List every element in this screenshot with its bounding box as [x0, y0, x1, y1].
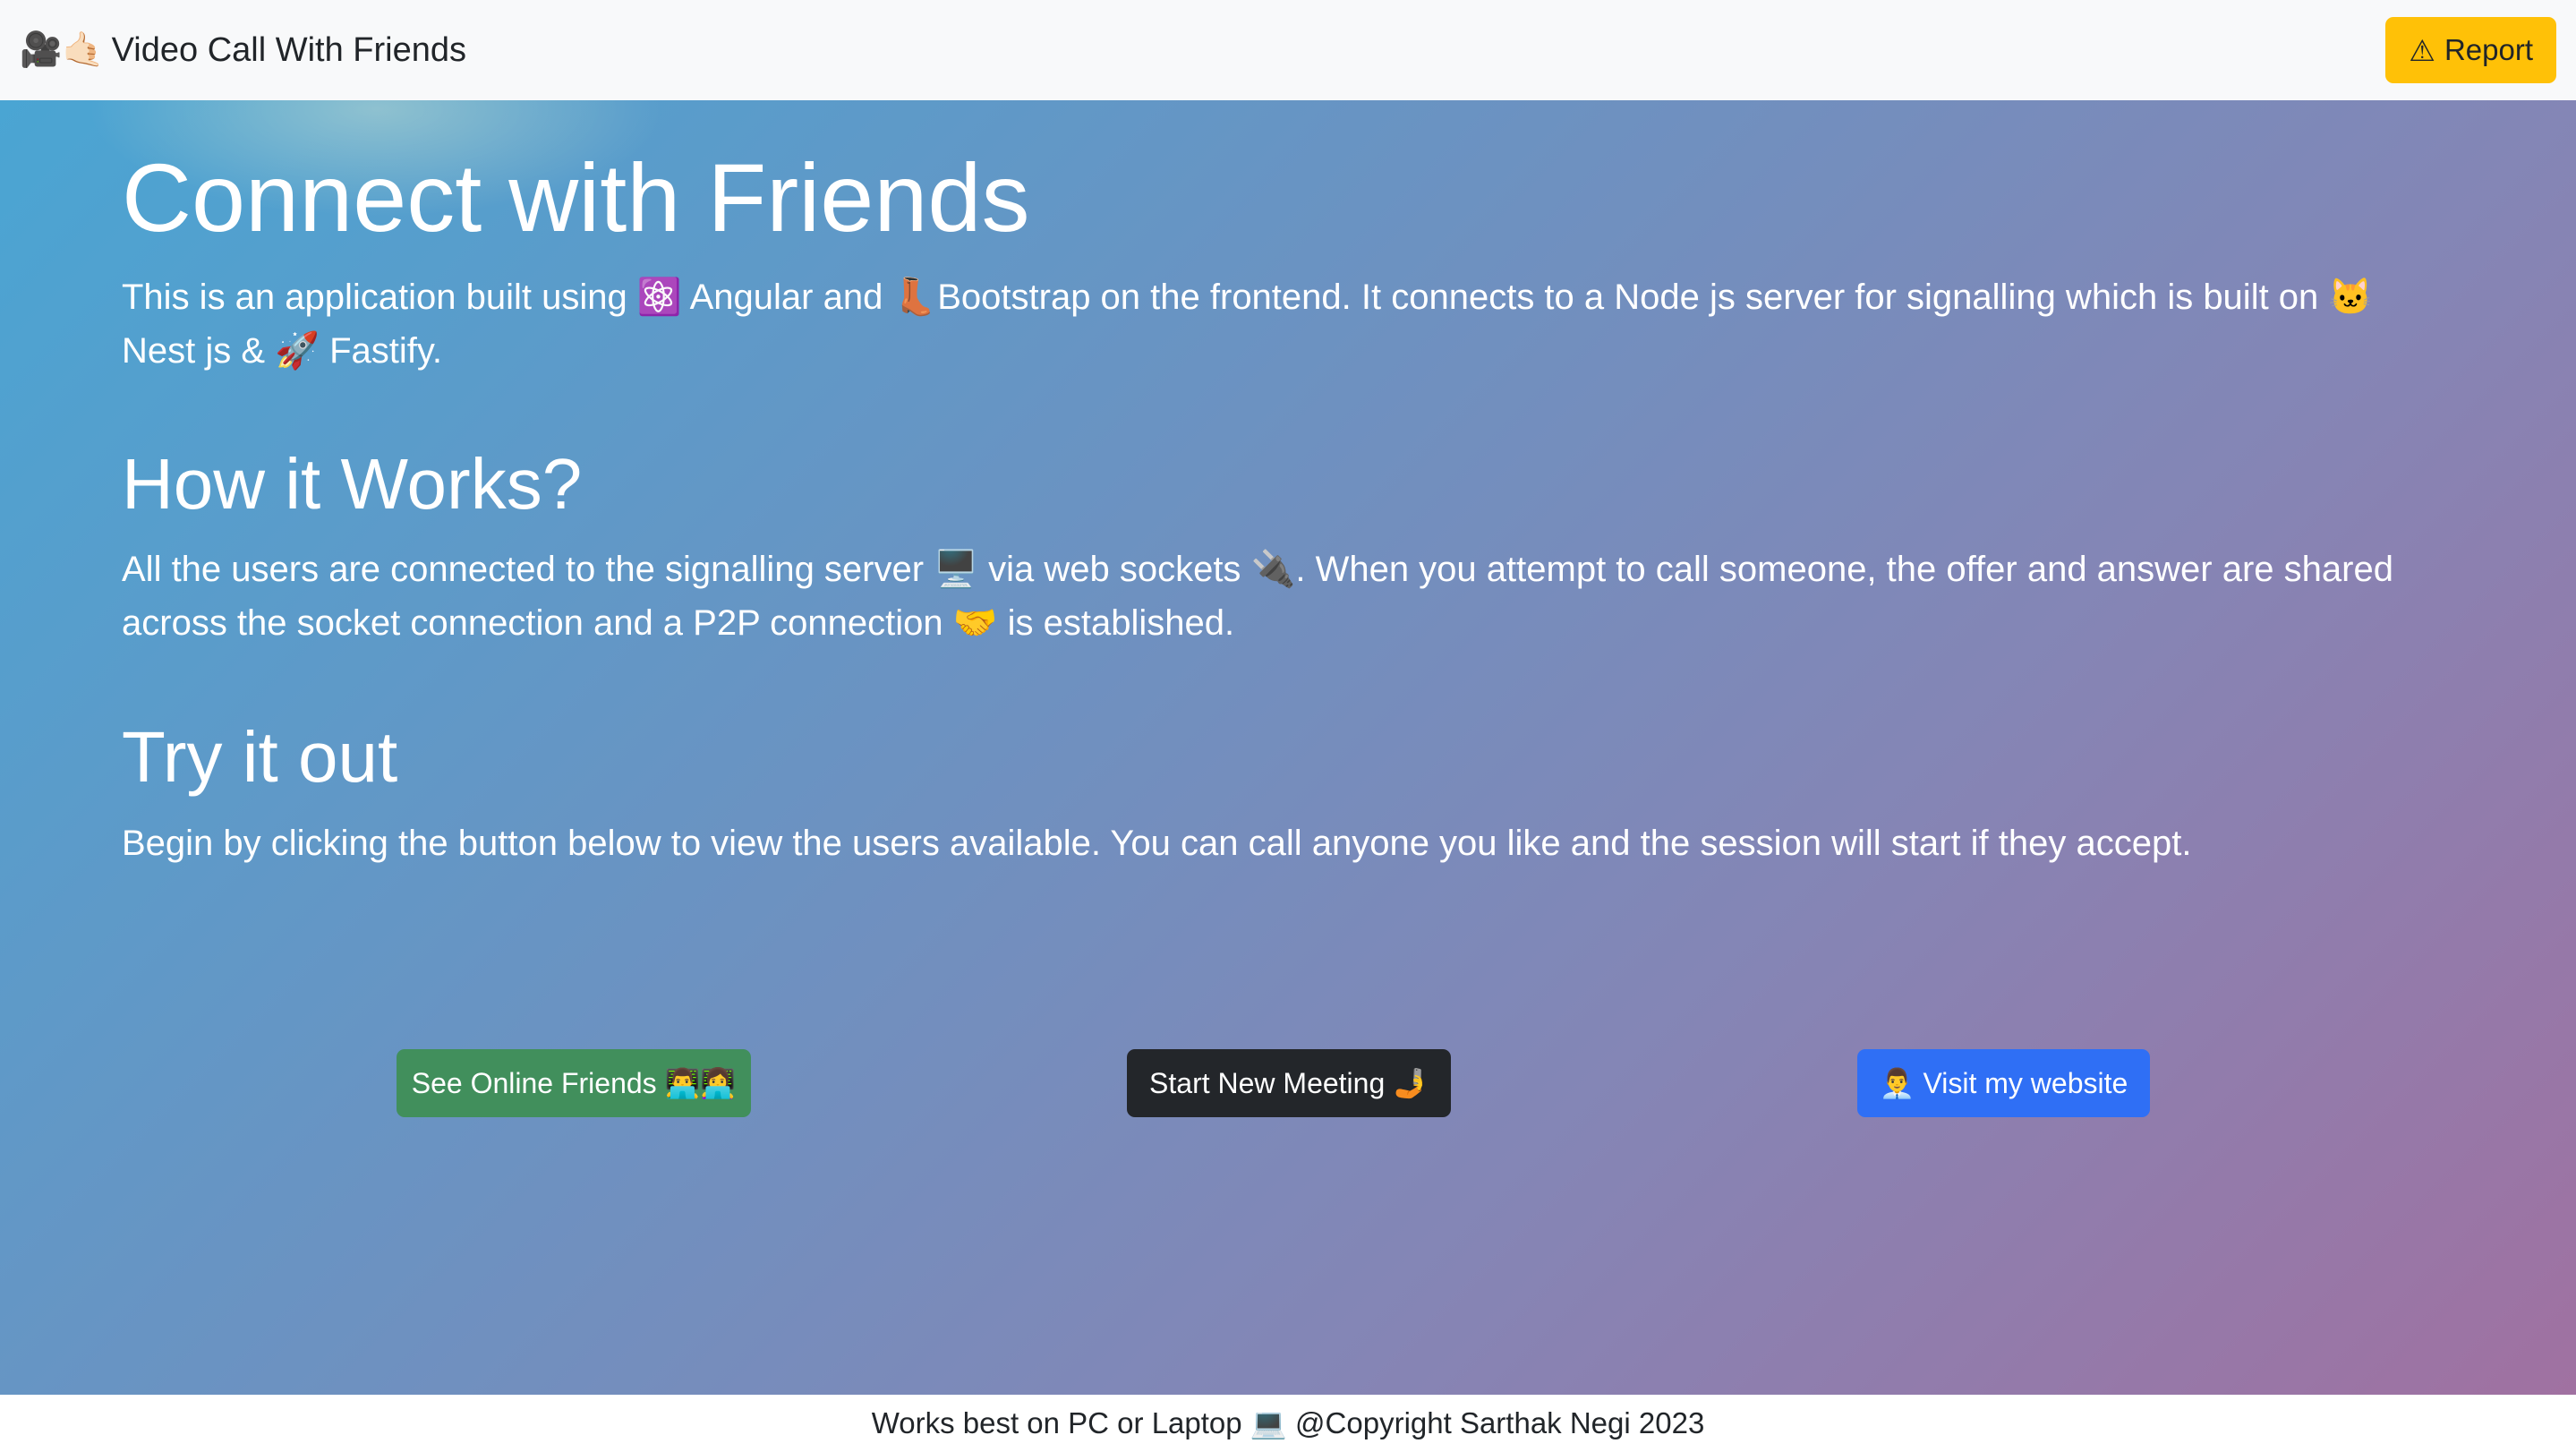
- footer: Works best on PC or Laptop 💻 @Copyright …: [0, 1395, 2576, 1452]
- hero-section: Connect with Friends This is an applicat…: [0, 100, 2576, 1395]
- top-navbar: 🎥🤙🏻 Video Call With Friends ⚠ Report: [0, 0, 2576, 100]
- try-it-out-heading: Try it out: [122, 717, 398, 797]
- video-camera-icon: 🎥🤙🏻: [20, 31, 105, 69]
- intro-text: This is an application built using ⚛️ An…: [122, 278, 2374, 371]
- report-button[interactable]: ⚠ Report: [2385, 17, 2556, 83]
- brand-title: Video Call With Friends: [111, 30, 466, 69]
- how-it-works-heading: How it Works?: [122, 444, 583, 524]
- try-it-out-text: Begin by clicking the button below to vi…: [122, 824, 2192, 863]
- navbar-brand[interactable]: 🎥🤙🏻 Video Call With Friends: [20, 30, 466, 70]
- see-online-friends-button[interactable]: See Online Friends 👨‍💻👩‍💻: [397, 1049, 751, 1117]
- page-title: Connect with Friends: [122, 143, 1030, 252]
- visit-website-button[interactable]: 👨‍💼 Visit my website: [1857, 1049, 2150, 1117]
- start-new-meeting-button[interactable]: Start New Meeting 🤳: [1127, 1049, 1451, 1117]
- how-it-works-text: All the users are connected to the signa…: [122, 550, 2393, 643]
- warning-icon: ⚠: [2409, 33, 2435, 67]
- report-label: Report: [2444, 33, 2533, 66]
- footer-text: Works best on PC or Laptop 💻 @Copyright …: [871, 1405, 1705, 1439]
